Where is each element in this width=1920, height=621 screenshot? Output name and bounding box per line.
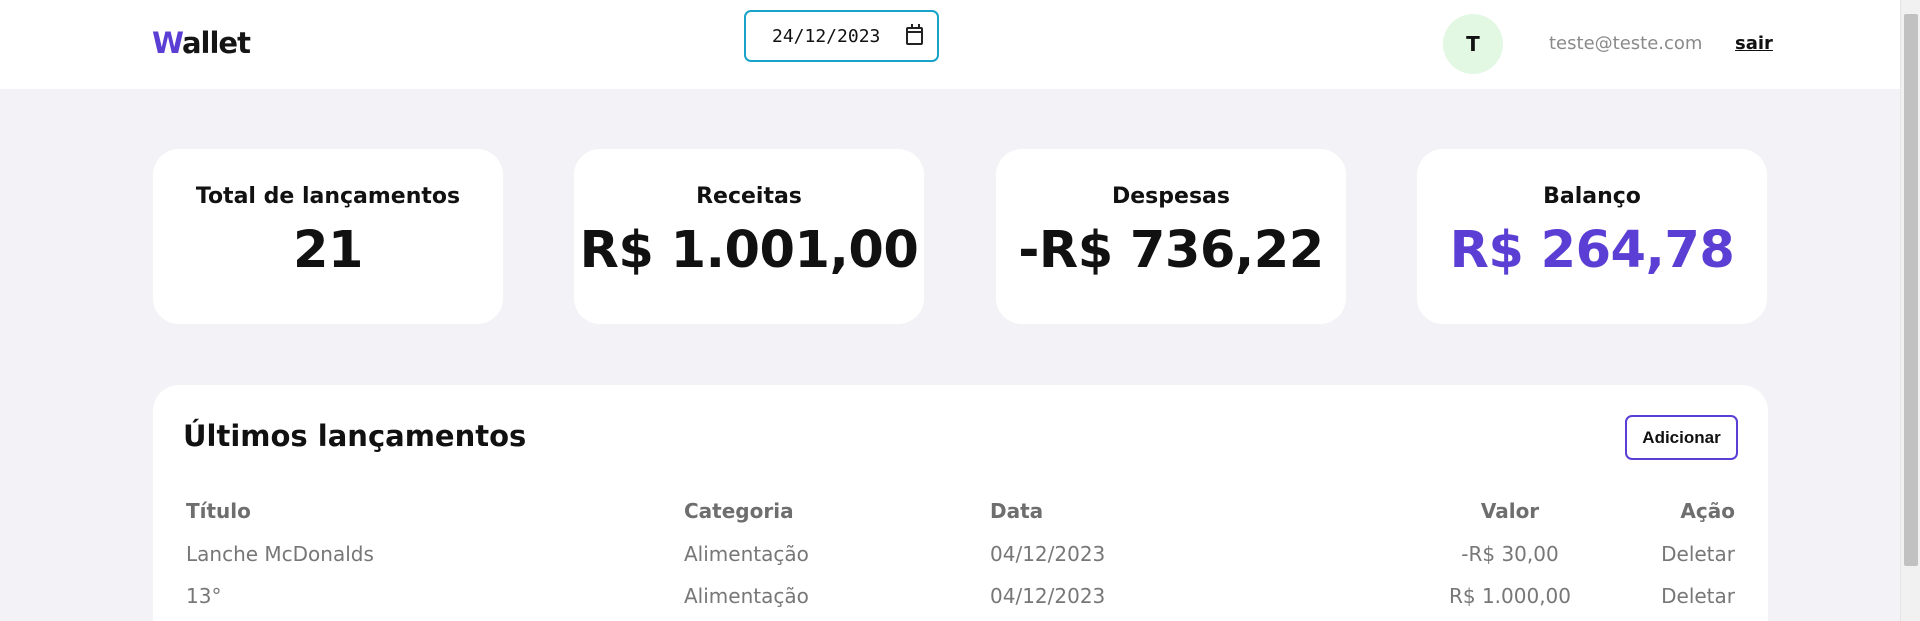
card-label: Receitas [696,184,802,209]
column-header-title: Título [186,499,251,523]
card-value: R$ 264,78 [1449,221,1735,280]
row-value: -R$ 30,00 [1461,542,1559,566]
row-date: 04/12/2023 [990,542,1106,566]
transactions-panel: Últimos lançamentos Adicionar Título Cat… [153,385,1768,621]
row-value: R$ 1.000,00 [1448,584,1572,608]
app-viewport: Wallet 24/12/2023 T teste@teste.com sair… [0,0,1920,621]
column-header-category: Categoria [684,499,794,523]
card-label: Despesas [1112,184,1230,209]
delete-button[interactable]: Deletar [1661,584,1735,608]
card-value: R$ 1.001,00 [579,221,919,280]
add-transaction-button[interactable]: Adicionar [1625,415,1738,460]
date-value: 24/12/2023 [772,25,881,47]
column-header-date: Data [990,499,1044,523]
summary-card-income: Receitas R$ 1.001,00 [574,149,924,324]
avatar[interactable]: T [1443,14,1503,74]
vertical-scrollbar[interactable] [1900,0,1920,621]
column-header-value: Valor [1480,499,1540,523]
date-picker-input[interactable]: 24/12/2023 [744,10,939,62]
wallet-logo[interactable]: Wallet [152,26,251,60]
logout-link[interactable]: sair [1735,33,1773,54]
card-label: Balanço [1543,184,1641,209]
logo-initial: W [152,26,183,60]
card-value: -R$ 736,22 [1018,221,1324,280]
summary-card-balance: Balanço R$ 264,78 [1417,149,1767,324]
logo-text: allet [181,26,251,60]
user-email: teste@teste.com [1549,33,1703,54]
column-header-action: Ação [1680,499,1735,523]
scrollbar-thumb[interactable] [1904,14,1918,566]
summary-card-total: Total de lançamentos 21 [153,149,503,324]
delete-button[interactable]: Deletar [1661,542,1735,566]
top-header: Wallet 24/12/2023 T teste@teste.com sair [0,0,1900,89]
summary-card-expenses: Despesas -R$ 736,22 [996,149,1346,324]
row-title: Lanche McDonalds [186,542,374,566]
card-value: 21 [293,221,363,280]
panel-title: Últimos lançamentos [183,419,527,453]
row-category: Alimentação [684,542,809,566]
row-date: 04/12/2023 [990,584,1106,608]
calendar-icon[interactable] [906,24,923,45]
row-category: Alimentação [684,584,809,608]
card-label: Total de lançamentos [195,184,461,209]
row-title: 13° [186,584,222,608]
